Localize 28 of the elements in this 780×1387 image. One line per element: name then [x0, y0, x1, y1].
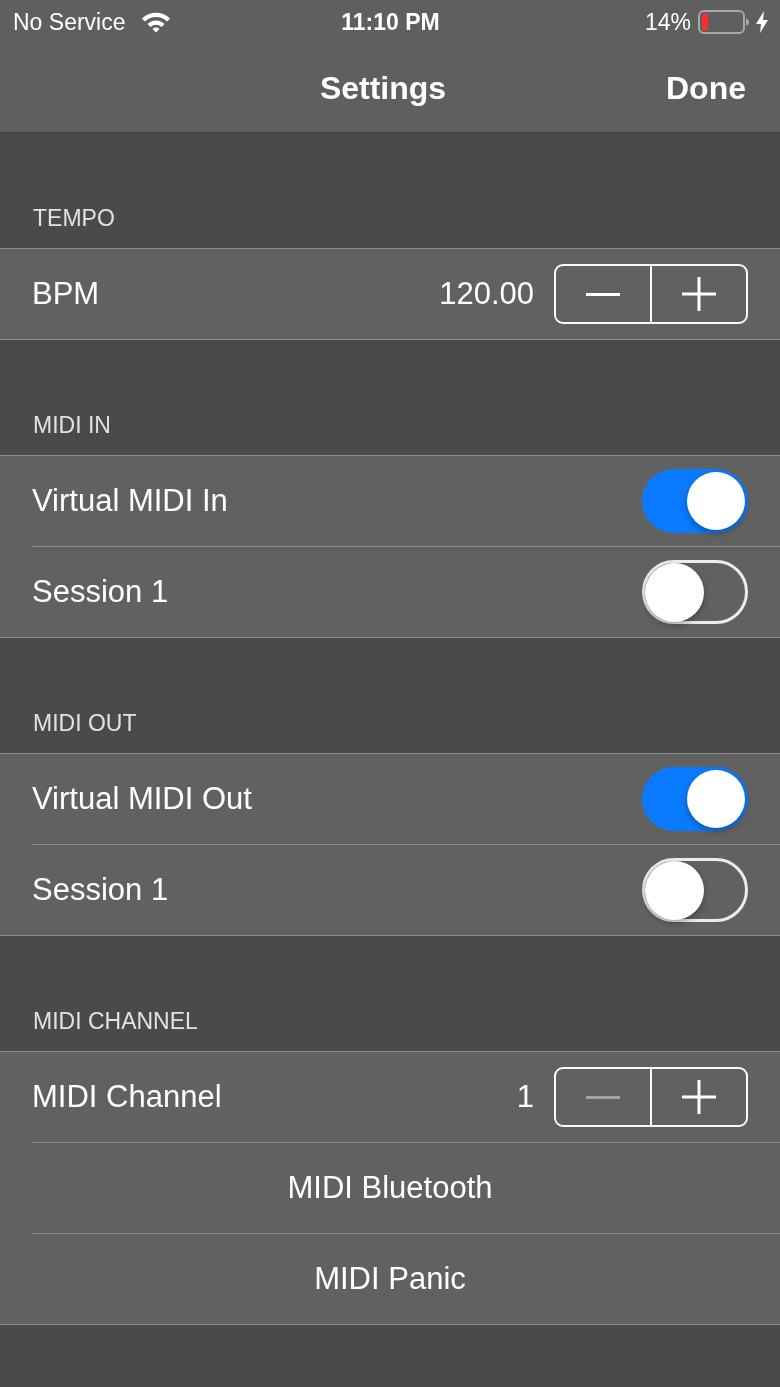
section-header: MIDI IN — [33, 413, 111, 437]
row-label: Virtual MIDI Out — [32, 781, 253, 817]
charging-bolt-icon — [756, 11, 768, 33]
section-header: TEMPO — [33, 206, 115, 230]
nav-title: Settings — [319, 69, 447, 108]
done-button[interactable]: Done — [666, 68, 746, 108]
minus-icon — [586, 292, 620, 296]
plus-icon — [682, 277, 716, 311]
value-text: 1 — [516, 1079, 534, 1115]
toggle-switch[interactable] — [642, 858, 748, 922]
row-label: Virtual MIDI In — [32, 483, 229, 519]
carrier-text: No Service — [13, 8, 126, 36]
toggle-switch[interactable] — [642, 560, 748, 624]
section-header: MIDI OUT — [33, 711, 137, 735]
action-button[interactable]: MIDI Bluetooth — [0, 1143, 780, 1233]
clock-text: 11:10 PM — [341, 8, 440, 36]
minus-icon — [586, 1095, 620, 1099]
row-label: BPM — [32, 276, 101, 312]
battery-percent-text: 14% — [644, 8, 691, 36]
battery-icon — [698, 10, 749, 34]
plus-icon — [682, 1080, 716, 1114]
value-text: 120.00 — [439, 276, 534, 312]
row-label: MIDI Channel — [32, 1079, 223, 1115]
action-button[interactable]: MIDI Panic — [0, 1234, 780, 1324]
section-header: MIDI CHANNEL — [33, 1009, 198, 1033]
row-label: Session 1 — [32, 872, 170, 908]
row-label: Session 1 — [32, 574, 170, 610]
wifi-icon — [141, 11, 172, 33]
